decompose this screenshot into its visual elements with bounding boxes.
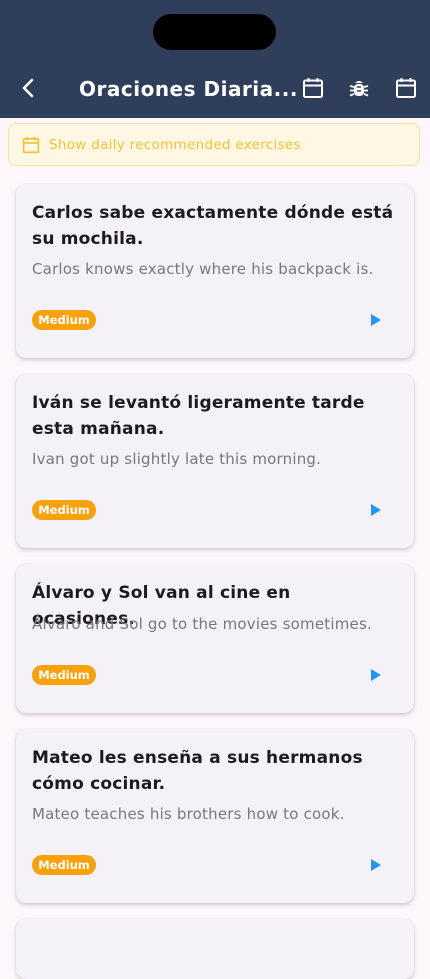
- play-button[interactable]: [366, 310, 386, 330]
- play-button[interactable]: [366, 665, 386, 685]
- spanish-sentence: Mateo les enseña a sus hermanos cómo coc…: [32, 748, 363, 794]
- sentence-card[interactable]: Iván se levantó ligeramente tarde esta m…: [16, 374, 414, 548]
- sentence-card[interactable]: Carlos sabe exactamente dónde está su mo…: [16, 184, 414, 358]
- sentence-card[interactable]: Álvaro y Sol van al cine en ocasiones. Á…: [16, 564, 414, 713]
- sentence-card[interactable]: Mateo les enseña a sus hermanos cómo coc…: [16, 729, 414, 903]
- english-translation: Ivan got up slightly late this morning.: [32, 450, 322, 468]
- app-bar: Oraciones Diaria...: [0, 0, 430, 118]
- daily-exercises-banner[interactable]: Show daily recommended exercises: [8, 123, 420, 166]
- calendar-icon: [22, 136, 40, 153]
- play-icon: [371, 859, 381, 871]
- play-button[interactable]: [366, 855, 386, 875]
- english-translation: Mateo teaches his brothers how to cook.: [32, 805, 345, 823]
- difficulty-badge: Medium: [32, 665, 96, 685]
- play-button[interactable]: [366, 500, 386, 520]
- play-icon: [371, 669, 381, 681]
- calendar-button-2[interactable]: [393, 75, 419, 101]
- play-icon: [371, 314, 381, 326]
- english-translation: Álvaro and Sol go to the movies sometime…: [32, 615, 372, 633]
- calendar-icon: [303, 78, 323, 98]
- sentence-card-partial[interactable]: [16, 919, 414, 979]
- calendar-icon: [396, 78, 416, 98]
- banner-text: Show daily recommended exercises: [49, 136, 301, 153]
- back-arrow-icon: [22, 78, 34, 98]
- back-button[interactable]: [14, 74, 42, 102]
- difficulty-badge: Medium: [32, 310, 96, 330]
- debug-button[interactable]: [346, 75, 372, 101]
- calendar-button[interactable]: [300, 75, 326, 101]
- english-translation: Carlos knows exactly where his backpack …: [32, 260, 374, 278]
- spanish-sentence: Carlos sabe exactamente dónde está su mo…: [32, 203, 394, 249]
- dynamic-island: [153, 14, 276, 50]
- difficulty-badge: Medium: [32, 855, 96, 875]
- spanish-sentence: Iván se levantó ligeramente tarde esta m…: [32, 393, 365, 439]
- page-title: Oraciones Diaria...: [79, 77, 298, 101]
- bug-icon: [349, 81, 369, 97]
- difficulty-badge: Medium: [32, 500, 96, 520]
- play-icon: [371, 504, 381, 516]
